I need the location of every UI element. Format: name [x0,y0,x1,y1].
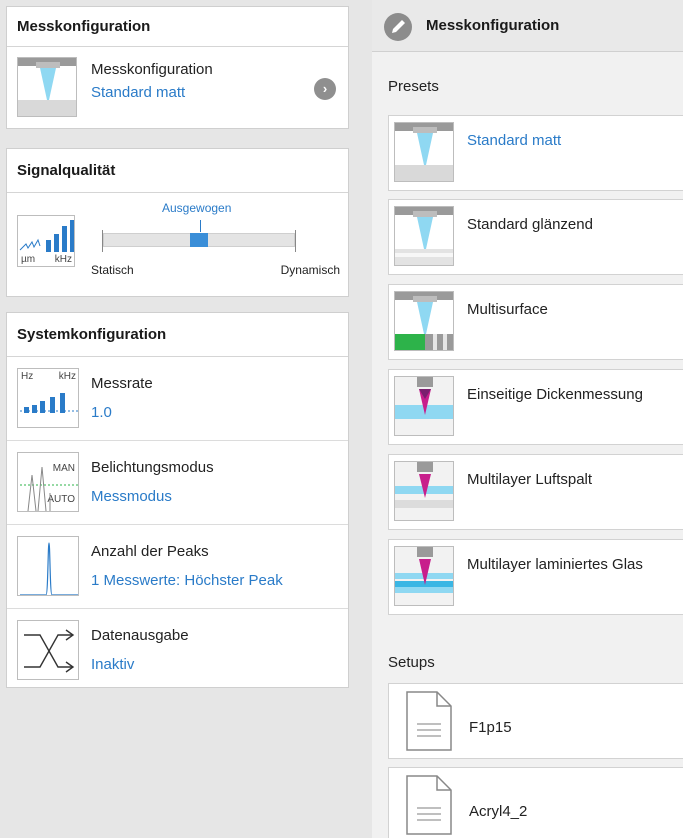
unit-um-label: µm [21,254,36,265]
measurement-config-row[interactable]: Messkonfiguration Standard matt › [7,47,348,128]
sensor-matt-icon [394,122,454,182]
slider-marker-label: Ausgewogen [162,201,232,215]
preset-standard-matt[interactable]: Standard matt [388,115,683,191]
unit-khz-label: kHz [54,254,72,265]
right-column: Messkonfiguration Presets Standard matt … [372,0,683,838]
system-config-panel: Systemkonfiguration Hz kHz Messrate 1.0 … [6,312,349,688]
panel-divider [358,0,372,838]
sensor-matt-icon [17,57,77,117]
setup-item[interactable]: Acryl4_2 [388,767,683,838]
slider-center-tick [200,220,201,232]
measurement-config-panel: Messkonfiguration Messkonfiguration Stan… [6,6,349,129]
row-value[interactable]: 1 Messwerte: Höchster Peak [91,572,283,589]
system-row-peaks[interactable]: Anzahl der Peaks 1 Messwerte: Höchster P… [7,525,348,609]
peak-count-icon [17,536,79,596]
sensor-laminated-glass-icon [394,546,454,606]
panel-title: Signalqualität [7,149,348,193]
system-row-messrate[interactable]: Hz kHz Messrate 1.0 [7,357,348,441]
row-value[interactable]: Inaktiv [91,656,134,673]
setup-label: F1p15 [469,719,512,736]
quality-slider[interactable] [102,220,296,252]
preset-label: Multilayer laminiertes Glas [467,556,643,573]
sensor-airgap-icon [394,461,454,521]
row-label: Anzahl der Peaks [91,543,209,560]
setup-label: Acryl4_2 [469,803,528,820]
preset-multilayer-laminiertes-glas[interactable]: Multilayer laminiertes Glas [388,539,683,615]
sensor-multisurface-icon [394,291,454,351]
row-label: Belichtungsmodus [91,459,214,476]
chevron-right-icon[interactable]: › [314,78,336,100]
right-title: Messkonfiguration [426,17,560,34]
setups-heading: Setups [388,654,435,671]
row-label: Messkonfiguration [91,61,213,78]
system-row-datenausgabe[interactable]: Datenausgabe Inaktiv [7,609,348,693]
preset-label: Einseitige Dickenmessung [467,386,643,403]
row-value[interactable]: Standard matt [91,84,185,101]
preset-multisurface[interactable]: Multisurface [388,284,683,360]
preset-label: Multisurface [467,301,548,318]
slider-right-label: Dynamisch [280,263,340,277]
slider-right-stop [295,230,296,252]
preset-multilayer-luftspalt[interactable]: Multilayer Luftspalt [388,454,683,530]
sensor-glossy-icon [394,206,454,266]
preset-label: Multilayer Luftspalt [467,471,593,488]
right-header: Messkonfiguration [372,0,683,52]
file-icon [405,690,453,756]
data-output-icon [17,620,79,680]
left-column: Messkonfiguration Messkonfiguration Stan… [0,0,358,838]
slider-handle[interactable] [190,233,208,247]
preset-einseitige-dickenmessung[interactable]: Einseitige Dickenmessung [388,369,683,445]
system-row-belichtungsmodus[interactable]: MAN AUTO Belichtungsmodus Messmodus [7,441,348,525]
panel-title: Messkonfiguration [7,7,348,47]
slider-left-stop [102,230,103,252]
file-icon [405,774,453,838]
signal-quality-icon: µm kHz [17,215,75,267]
exposure-mode-icon: MAN AUTO [17,452,79,512]
setup-item[interactable]: F1p15 [388,683,683,759]
preset-label: Standard glänzend [467,216,593,233]
row-label: Messrate [91,375,153,392]
row-label: Datenausgabe [91,627,189,644]
row-value[interactable]: 1.0 [91,404,112,421]
preset-label: Standard matt [467,132,562,149]
slider-left-label: Statisch [91,263,134,277]
signal-quality-row: µm kHz Ausgewogen Statisch Dynamisch [7,193,348,297]
measure-rate-icon: Hz kHz [17,368,79,428]
presets-heading: Presets [388,78,439,95]
row-value[interactable]: Messmodus [91,488,172,505]
pencil-icon[interactable] [384,13,412,41]
panel-title: Systemkonfiguration [7,313,348,357]
preset-standard-glaenzend[interactable]: Standard glänzend [388,199,683,275]
sensor-thickness-icon [394,376,454,436]
signal-quality-panel: Signalqualität µm kHz Ausgewogen Statisc… [6,148,349,297]
